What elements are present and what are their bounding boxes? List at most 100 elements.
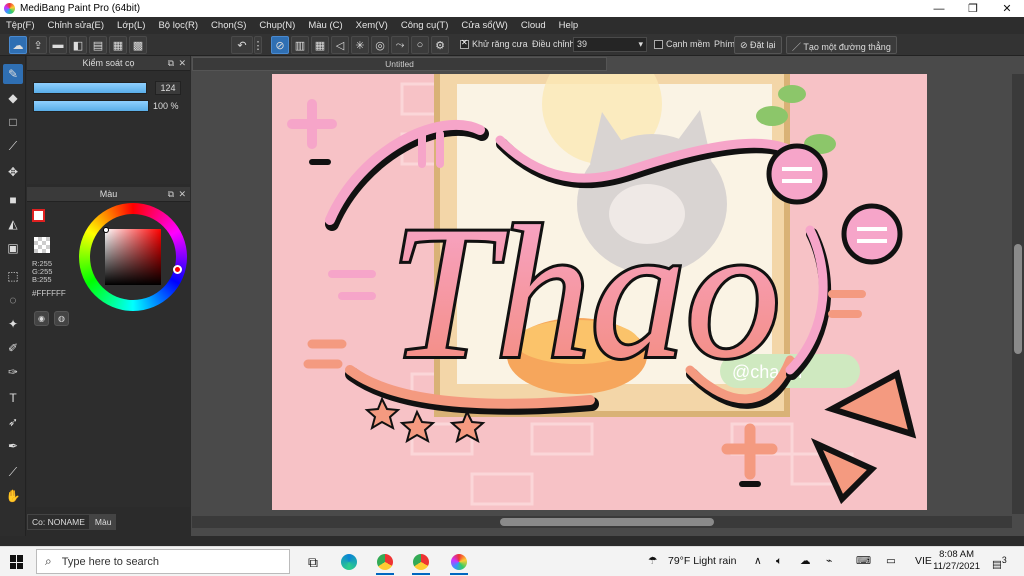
speaker-icon[interactable]: 🔈︎ [776, 555, 782, 568]
reset-button[interactable]: ⊘ Đặt lại [734, 36, 782, 54]
panel-close-icon[interactable]: ✕ [178, 187, 186, 202]
settings-icon[interactable]: ⚙ [431, 36, 449, 54]
circle-snap-icon[interactable]: ○ [411, 36, 429, 54]
keyboard-icon[interactable]: ⌨ [856, 555, 871, 567]
weather-icon[interactable]: ☂ [648, 555, 657, 567]
menu-file[interactable]: Tệp(F) [6, 20, 35, 31]
select-pen-tool-icon[interactable]: ✐ [3, 338, 23, 358]
windows-start-icon[interactable] [10, 555, 24, 569]
menu-window[interactable]: Cửa sổ(W) [461, 20, 507, 31]
drawing-canvas[interactable]: @cha eii Thao [272, 74, 927, 510]
magic-wand-tool-icon[interactable]: ✦ [3, 314, 23, 334]
rect-fill-tool-icon[interactable]: ■ [3, 190, 23, 210]
hand-tool-icon[interactable]: ✋ [3, 486, 23, 506]
menu-tools[interactable]: Công cụ(T) [401, 20, 449, 31]
document-tab[interactable]: Untitled [192, 57, 607, 71]
eraser-tool-icon[interactable]: ◆ [3, 88, 23, 108]
menu-color[interactable]: Màu (C) [308, 20, 342, 31]
chat-icon[interactable]: ▬ [49, 36, 67, 54]
menu-layer[interactable]: Lớp(L) [117, 20, 145, 31]
network-icon[interactable]: ⌁ [826, 555, 832, 567]
task-view-icon[interactable]: ⧉ [300, 551, 326, 573]
language-indicator[interactable]: VIE [915, 555, 932, 567]
menu-cloud[interactable]: Cloud [521, 20, 546, 31]
brush-size-slider[interactable] [33, 82, 147, 94]
grid-snap-icon[interactable]: ▦ [311, 36, 329, 54]
panel-close-icon[interactable]: ✕ [178, 56, 186, 71]
menu-snap[interactable]: Chụp(N) [259, 20, 295, 31]
clock[interactable]: 8:08 AM 11/27/2021 [933, 549, 980, 573]
color-panel-title: Màu [99, 189, 118, 199]
operation-tool-icon[interactable]: ➶ [3, 412, 23, 432]
perspective-snap-icon[interactable]: ◁ [331, 36, 349, 54]
curve-snap-icon[interactable]: ⤳ [391, 36, 409, 54]
horizontal-scrollbar[interactable] [192, 516, 1012, 528]
layout-icon[interactable]: ▦ [109, 36, 127, 54]
display-icon[interactable]: ▭ [886, 555, 896, 567]
foreground-color-swatch[interactable] [32, 209, 45, 222]
color-set-icon[interactable]: ◍ [54, 311, 69, 326]
transparent-color-swatch[interactable] [34, 237, 50, 253]
line-tool-icon[interactable]: ⟋ [3, 136, 23, 156]
undock-icon[interactable]: ⧉ [168, 56, 174, 71]
chevron-up-icon[interactable]: ∧ [754, 555, 762, 567]
app-window: MediBang Paint Pro (64bit) — ❐ ✕ Tệp(F) … [0, 0, 1024, 576]
v-scroll-thumb[interactable] [1014, 244, 1022, 354]
text-tool-icon[interactable]: T [3, 388, 23, 408]
sv-picker-handle[interactable] [103, 227, 109, 233]
select-eraser-tool-icon[interactable]: ✑ [3, 362, 23, 382]
taskbar-search[interactable]: ⌕ Type here to search [36, 549, 290, 574]
concentric-snap-icon[interactable]: ◎ [371, 36, 389, 54]
menu-filter[interactable]: Bộ lọc(R) [158, 20, 198, 31]
cloud-icon[interactable]: ☁ [9, 36, 27, 54]
close-button[interactable]: ✕ [990, 0, 1024, 17]
minimize-button[interactable]: — [922, 0, 956, 17]
vertical-scrollbar[interactable] [1012, 74, 1024, 514]
tab-color[interactable]: Màu [89, 514, 117, 530]
brush-tool-icon[interactable]: ✎ [3, 64, 23, 84]
antialias-checkbox[interactable] [460, 38, 469, 49]
brush-opacity-value: 100 % [153, 101, 179, 111]
undo-history-handle[interactable]: ⋮ [253, 36, 264, 54]
gradient-tool-icon[interactable]: ▣ [3, 238, 23, 258]
radial-snap-icon[interactable]: ✳ [351, 36, 369, 54]
saturation-value-square[interactable] [105, 229, 161, 285]
soft-edge-checkbox[interactable] [654, 40, 663, 49]
palette-icon[interactable]: ◉ [34, 311, 49, 326]
move-tool-icon[interactable]: ✥ [3, 162, 23, 182]
lasso-tool-icon[interactable]: ◌ [3, 290, 23, 310]
upload-icon[interactable]: ⇪ [29, 36, 47, 54]
h-scroll-thumb[interactable] [500, 518, 714, 526]
straight-line-button[interactable]: ／ Tạo một đường thẳng [786, 36, 897, 54]
brush-size-value[interactable]: 124 [155, 81, 181, 95]
maximize-button[interactable]: ❐ [956, 0, 990, 17]
hue-picker-handle[interactable] [173, 265, 182, 274]
weather-text[interactable]: 79°F Light rain [668, 555, 736, 567]
chrome-profile-icon[interactable] [408, 551, 434, 575]
undock-icon[interactable]: ⧉ [168, 187, 174, 202]
grid-icon[interactable]: ▩ [129, 36, 147, 54]
menu-edit[interactable]: Chỉnh sửa(E) [48, 20, 105, 31]
chrome-icon[interactable] [372, 551, 398, 575]
onedrive-icon[interactable]: ☁ [800, 555, 811, 567]
undo-icon[interactable]: ↶ [231, 36, 253, 54]
brush-opacity-slider[interactable] [33, 100, 149, 112]
comment-icon[interactable]: ◧ [69, 36, 87, 54]
adjust-dropdown[interactable]: 39 [573, 37, 647, 52]
marquee-tool-icon[interactable]: ⬚ [3, 266, 23, 286]
snap-off-icon[interactable]: ⊘ [271, 36, 289, 54]
menu-view[interactable]: Xem(V) [356, 20, 388, 31]
eyedropper-tool-icon[interactable]: ✒ [3, 436, 23, 456]
menu-select[interactable]: Chọn(S) [211, 20, 246, 31]
edge-browser-icon[interactable] [336, 551, 362, 573]
notification-icon[interactable]: ▤3 [992, 555, 1007, 571]
dropper-tool-icon[interactable]: ⟋ [3, 462, 23, 482]
bucket-tool-icon[interactable]: ◭ [3, 214, 23, 234]
menu-help[interactable]: Help [559, 20, 579, 31]
parallel-snap-icon[interactable]: ▥ [291, 36, 309, 54]
select-rect-tool-icon[interactable]: □ [3, 112, 23, 132]
window-controls: — ❐ ✕ [922, 0, 1024, 17]
tab-brush[interactable]: Co: NONAME [27, 514, 90, 530]
document-icon[interactable]: ▤ [89, 36, 107, 54]
medibang-taskbar-icon[interactable] [446, 551, 472, 575]
